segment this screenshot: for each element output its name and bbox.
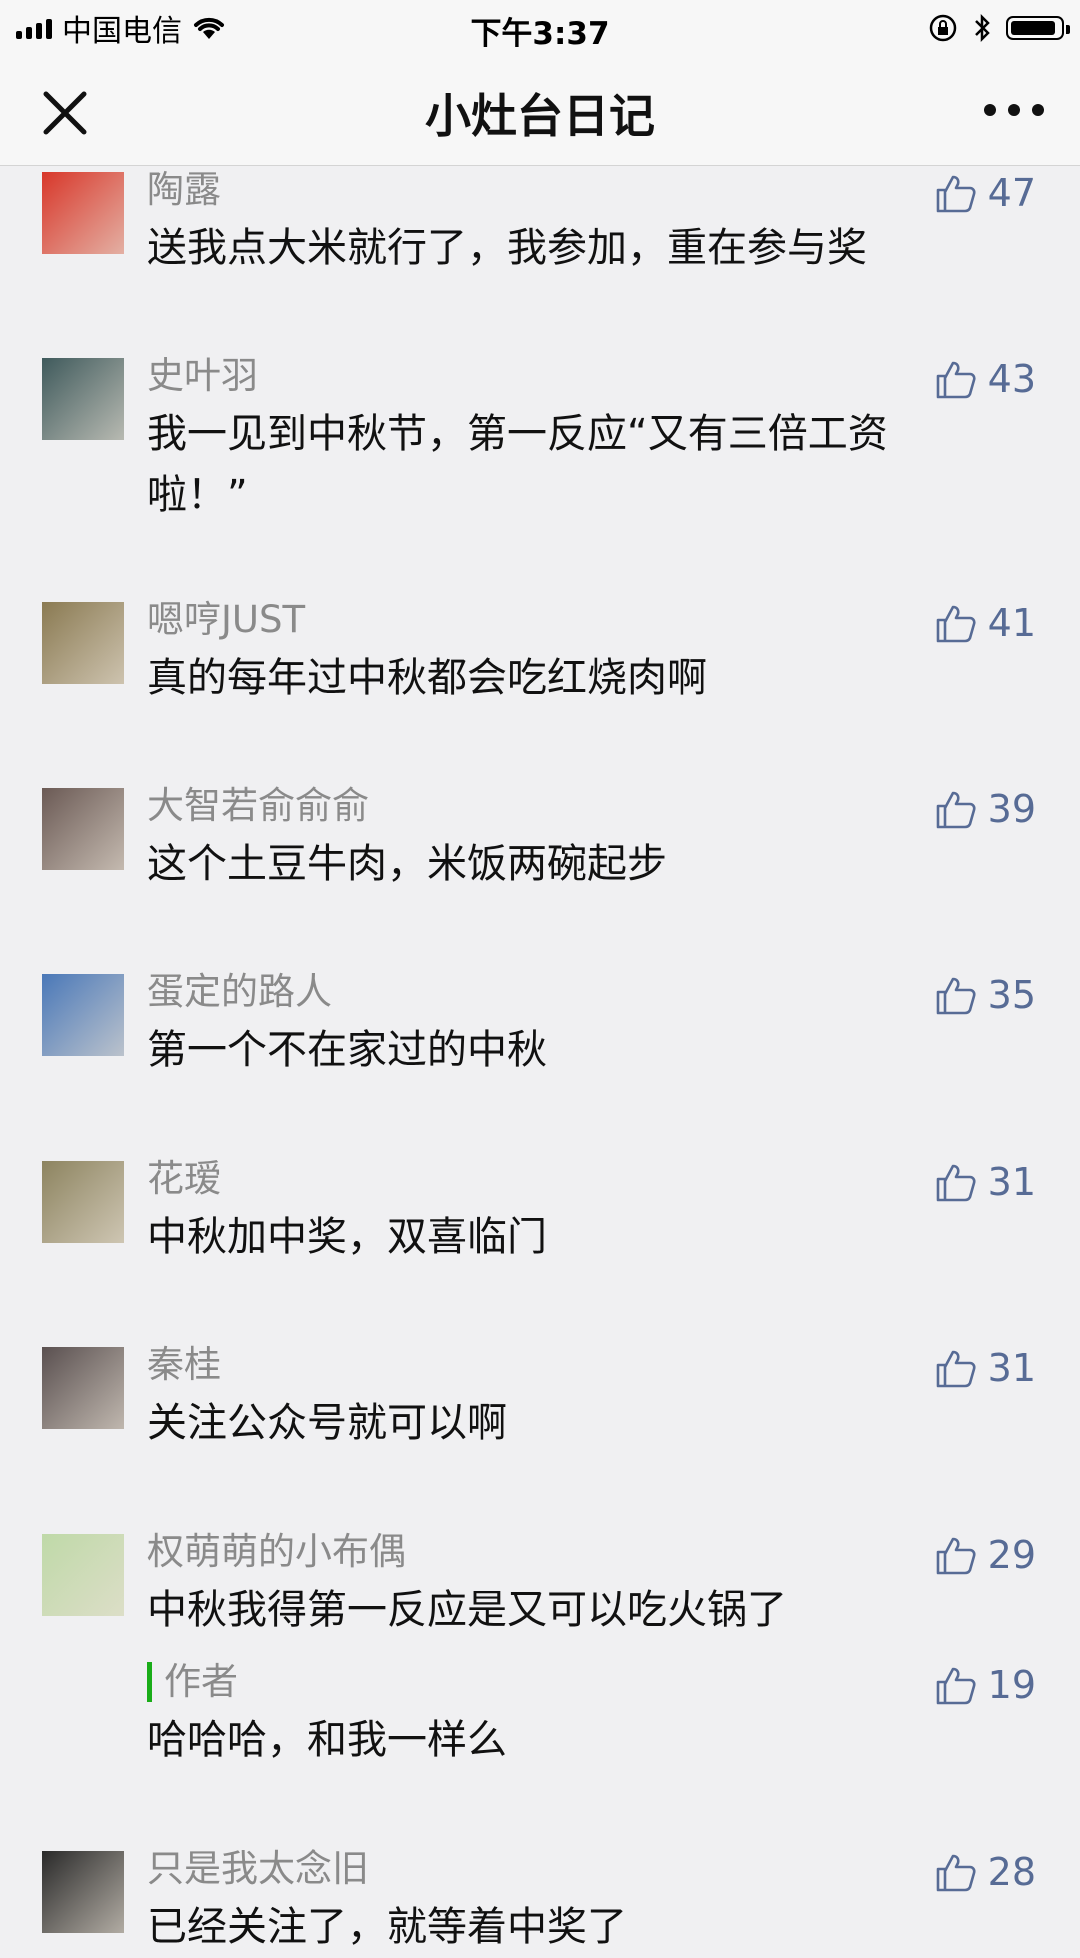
avatar[interactable] bbox=[42, 358, 124, 440]
page-title: 小灶台日记 bbox=[425, 89, 655, 143]
like-count: 28 bbox=[987, 1850, 1036, 1894]
comment-text: 真的每年过中秋都会吃红烧肉啊 bbox=[147, 655, 707, 701]
avatar[interactable] bbox=[42, 1347, 124, 1429]
reply-like-button[interactable]: 19 bbox=[934, 1660, 1036, 1710]
thumbs-up-icon bbox=[936, 1350, 976, 1388]
thumbs-up-icon bbox=[936, 1537, 976, 1575]
thumbs-up-icon bbox=[936, 791, 976, 829]
comment-nickname: 大智若俞俞俞 bbox=[147, 784, 369, 827]
like-button[interactable]: 31 bbox=[934, 1157, 1036, 1207]
comment-text: 关注公众号就可以啊 bbox=[147, 1400, 507, 1446]
like-button[interactable]: 41 bbox=[934, 598, 1036, 648]
like-button[interactable]: 35 bbox=[934, 970, 1036, 1020]
thumbs-up-icon bbox=[936, 175, 976, 213]
comment-nickname: 花瑷 bbox=[147, 1157, 221, 1200]
thumbs-up-icon bbox=[936, 1667, 976, 1705]
bluetooth-icon bbox=[975, 13, 990, 43]
comment-nickname: 史叶羽 bbox=[147, 354, 258, 397]
thumbs-up-icon bbox=[936, 1854, 976, 1892]
like-count: 31 bbox=[987, 1160, 1036, 1204]
avatar[interactable] bbox=[42, 602, 124, 684]
thumbs-up-icon bbox=[936, 361, 976, 399]
comment-nickname: 蛋定的路人 bbox=[147, 970, 332, 1013]
avatar[interactable] bbox=[42, 1534, 124, 1616]
like-count: 19 bbox=[987, 1663, 1036, 1707]
like-button[interactable]: 47 bbox=[934, 168, 1036, 218]
avatar[interactable] bbox=[42, 974, 124, 1056]
comment-text: 送我点大米就行了，我参加，重在参与奖 bbox=[147, 225, 867, 271]
avatar[interactable] bbox=[42, 172, 124, 254]
comment-nickname: 只是我太念旧 bbox=[147, 1847, 369, 1890]
battery-icon bbox=[1006, 16, 1070, 40]
comment-text: 已经关注了，就等着中奖了 bbox=[147, 1904, 627, 1950]
status-bar: 中国电信 下午3:37 bbox=[0, 0, 1080, 54]
comment-nickname: 权萌萌的小布偶 bbox=[147, 1530, 406, 1573]
like-button[interactable]: 43 bbox=[934, 354, 1036, 404]
comment-text: 我一见到中秋节，第一反应“又有三倍工资啦！” bbox=[147, 411, 888, 518]
like-count: 39 bbox=[987, 787, 1036, 831]
author-reply-label: 作者 bbox=[164, 1660, 238, 1703]
like-count: 43 bbox=[987, 357, 1036, 401]
comment-nickname: 陶露 bbox=[147, 168, 221, 211]
avatar[interactable] bbox=[42, 1851, 124, 1933]
author-reply-marker bbox=[147, 1662, 152, 1702]
comment-text: 这个土豆牛肉，米饭两碗起步 bbox=[147, 841, 667, 887]
like-button[interactable]: 28 bbox=[934, 1847, 1036, 1897]
like-button[interactable]: 31 bbox=[934, 1343, 1036, 1393]
comment-text: 中秋我得第一反应是又可以吃火锅了 bbox=[147, 1587, 787, 1633]
thumbs-up-icon bbox=[936, 605, 976, 643]
like-button[interactable]: 29 bbox=[934, 1530, 1036, 1580]
like-count: 41 bbox=[987, 601, 1036, 645]
comment-nickname: 秦桂 bbox=[147, 1343, 221, 1386]
comment-nickname: 嗯哼JUST bbox=[147, 598, 306, 641]
more-icon[interactable] bbox=[984, 100, 1044, 120]
nav-bar: 小灶台日记 bbox=[0, 54, 1080, 166]
like-count: 47 bbox=[987, 171, 1036, 215]
orientation-lock-icon bbox=[929, 14, 957, 42]
like-button[interactable]: 39 bbox=[934, 784, 1036, 834]
avatar[interactable] bbox=[42, 788, 124, 870]
status-time: 下午3:37 bbox=[470, 16, 610, 52]
like-count: 29 bbox=[987, 1533, 1036, 1577]
like-count: 35 bbox=[987, 973, 1036, 1017]
like-count: 31 bbox=[987, 1346, 1036, 1390]
comment-text: 中秋加中奖，双喜临门 bbox=[147, 1214, 547, 1260]
thumbs-up-icon bbox=[936, 977, 976, 1015]
avatar[interactable] bbox=[42, 1161, 124, 1243]
author-reply-text: 哈哈哈，和我一样么 bbox=[147, 1717, 507, 1763]
comment-text: 第一个不在家过的中秋 bbox=[147, 1027, 547, 1073]
thumbs-up-icon bbox=[936, 1164, 976, 1202]
